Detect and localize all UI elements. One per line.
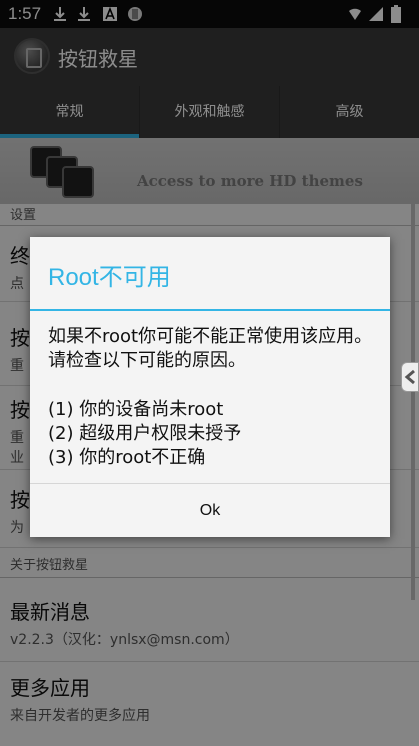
- dialog-button-bar: Ok: [30, 483, 390, 538]
- dialog-reasons: (1) 你的设备尚未root (2) 超级用户权限未授予 (3) 你的root不…: [48, 398, 241, 470]
- screen: 1:57 按钮救星 常规 外观和触感 高级 Access to more HD …: [0, 0, 419, 746]
- reason-line: (2) 超级用户权限未授予: [48, 423, 242, 444]
- reason-line: (3) 你的root不正确: [48, 447, 206, 468]
- side-panel-handle[interactable]: [401, 362, 419, 392]
- dialog-title-divider: [30, 309, 390, 311]
- dialog-title: Root不可用: [48, 264, 171, 291]
- reason-line: (1) 你的设备尚未root: [48, 399, 224, 420]
- root-unavailable-dialog: Root不可用 如果不root你可能不能正常使用该应用。请检查以下可能的原因。 …: [30, 237, 390, 537]
- arrow-left-icon: [404, 369, 415, 385]
- dialog-message: 如果不root你可能不能正常使用该应用。请检查以下可能的原因。: [48, 326, 373, 371]
- ok-button[interactable]: Ok: [30, 484, 390, 538]
